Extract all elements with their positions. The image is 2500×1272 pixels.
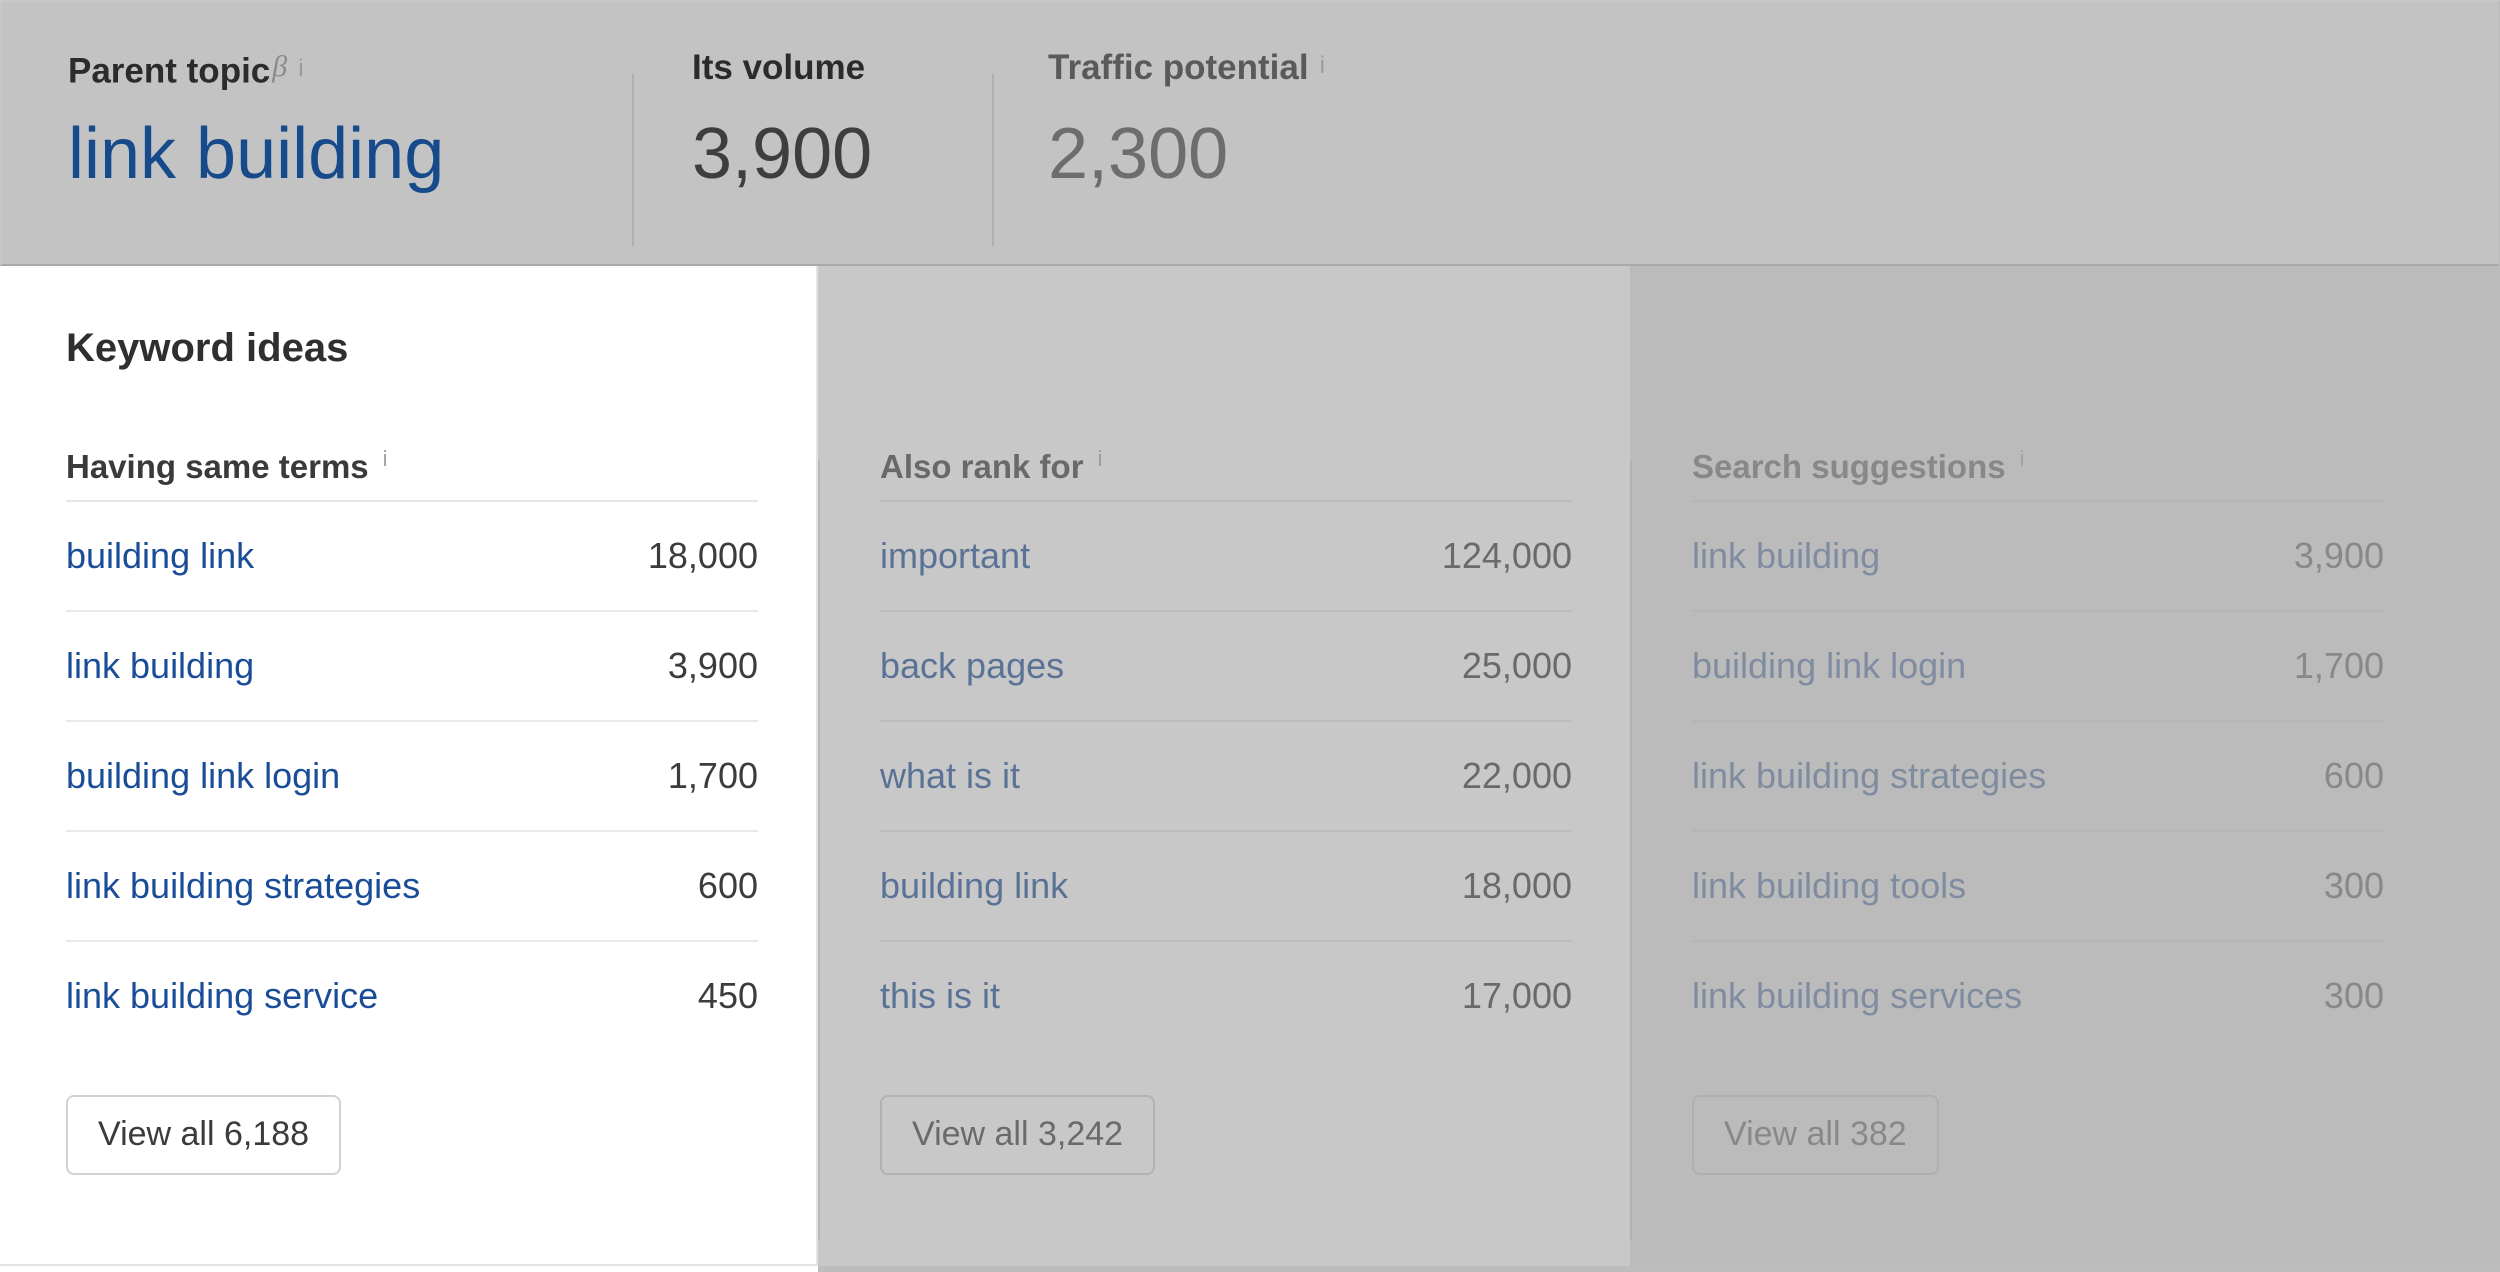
view-all-button-having-same-terms[interactable]: View all 6,188 — [66, 1095, 342, 1175]
keyword-volume: 300 — [2323, 865, 2384, 906]
keyword-list-search-suggestions: link building 3,900 building link login … — [1692, 500, 2384, 1050]
keyword-volume: 18,000 — [1461, 865, 1572, 906]
metric-value-its-volume: 3,900 — [692, 114, 873, 194]
keyword-link[interactable]: back pages — [880, 645, 1064, 687]
keyword-list-also-rank-for: important 124,000 back pages 25,000 what… — [880, 500, 1572, 1050]
metric-value-parent-topic[interactable]: link building — [68, 118, 444, 190]
view-all-button-search-suggestions[interactable]: View all 382 — [1692, 1095, 1939, 1175]
keyword-link[interactable]: what is it — [880, 755, 1020, 797]
column-separator-2 — [1630, 460, 1632, 1240]
info-icon-having-same-terms[interactable]: i — [383, 446, 388, 471]
view-all-wrap: View all 382 — [1692, 1095, 2384, 1175]
column-header-having-same-terms: Having same terms i — [66, 446, 758, 500]
keyword-volume: 1,700 — [2293, 645, 2384, 686]
panel-title: Keyword ideas — [66, 326, 349, 370]
overview-divider-2 — [992, 74, 994, 246]
keyword-link[interactable]: link building strategies — [66, 865, 420, 907]
table-row[interactable]: building link login 1,700 — [1692, 612, 2384, 722]
column-header-label: Search suggestions — [1692, 448, 2006, 485]
keyword-volume: 25,000 — [1461, 645, 1572, 686]
view-all-wrap: View all 3,242 — [880, 1095, 1572, 1175]
info-icon-search-suggestions[interactable]: i — [2020, 446, 2025, 471]
keyword-link[interactable]: building link — [66, 535, 254, 577]
column-header-search-suggestions: Search suggestions i — [1692, 446, 2384, 500]
overview-divider-1 — [632, 74, 634, 246]
keyword-link[interactable]: important — [880, 535, 1030, 577]
keyword-volume: 18,000 — [647, 535, 758, 576]
keyword-ideas-panel: Keyword ideas Having same terms i buildin… — [0, 266, 2500, 1272]
screenshot-root: Parent topicβ i link building Its volume … — [0, 0, 2500, 1272]
table-row[interactable]: building link 18,000 — [66, 502, 758, 612]
table-row[interactable]: building link 18,000 — [880, 832, 1572, 942]
keyword-link[interactable]: link building — [66, 645, 254, 687]
metric-label-parent-topic: Parent topic — [68, 51, 271, 91]
view-all-button-also-rank-for[interactable]: View all 3,242 — [880, 1095, 1156, 1175]
beta-superscript-icon: β — [272, 50, 288, 83]
keyword-volume: 22,000 — [1461, 755, 1572, 796]
column-header-also-rank-for: Also rank for i — [880, 446, 1572, 500]
keyword-list-having-same-terms: building link 18,000 link building 3,900… — [66, 500, 758, 1050]
table-row[interactable]: back pages 25,000 — [880, 612, 1572, 722]
keyword-volume: 3,900 — [2293, 535, 2384, 576]
keyword-link[interactable]: link building — [1692, 535, 1880, 577]
view-all-wrap: View all 6,188 — [66, 1095, 758, 1175]
keyword-volume: 124,000 — [1441, 535, 1572, 576]
info-icon-parent-topic[interactable]: i — [298, 55, 303, 82]
keyword-link[interactable]: link building service — [66, 975, 378, 1017]
keyword-link[interactable]: link building strategies — [1692, 755, 2046, 797]
table-row[interactable]: link building service 450 — [66, 942, 758, 1050]
table-row[interactable]: important 124,000 — [880, 502, 1572, 612]
keyword-volume: 3,900 — [667, 645, 758, 686]
keyword-volume: 600 — [697, 865, 758, 906]
table-row[interactable]: this is it 17,000 — [880, 942, 1572, 1050]
table-row[interactable]: what is it 22,000 — [880, 722, 1572, 832]
info-icon-traffic-potential[interactable]: i — [1320, 52, 1325, 79]
metric-value-traffic-potential: 2,300 — [1048, 114, 1229, 194]
table-row[interactable]: building link login 1,700 — [66, 722, 758, 832]
keyword-link[interactable]: building link — [880, 865, 1068, 907]
keyword-volume: 450 — [697, 975, 758, 1016]
table-row[interactable]: link building strategies 600 — [66, 832, 758, 942]
column-search-suggestions: Search suggestions i link building 3,900 … — [1692, 446, 2384, 1175]
keyword-volume: 17,000 — [1461, 975, 1572, 1016]
keyword-volume: 1,700 — [667, 755, 758, 796]
keyword-volume: 300 — [2323, 975, 2384, 1016]
column-having-same-terms: Having same terms i building link 18,000 … — [66, 446, 758, 1175]
keyword-link[interactable]: link building services — [1692, 975, 2022, 1017]
keyword-link[interactable]: this is it — [880, 975, 1000, 1017]
keyword-link[interactable]: building link login — [1692, 645, 1966, 687]
metric-label-its-volume: Its volume — [692, 48, 866, 87]
table-row[interactable]: link building strategies 600 — [1692, 722, 2384, 832]
table-row[interactable]: link building tools 300 — [1692, 832, 2384, 942]
column-header-label: Also rank for — [880, 448, 1084, 485]
column-header-label: Having same terms — [66, 448, 369, 485]
keyword-volume: 600 — [2323, 755, 2384, 796]
column-also-rank-for: Also rank for i important 124,000 back pa… — [880, 446, 1572, 1175]
keyword-overview-bar: Parent topicβ i link building Its volume … — [0, 0, 2500, 266]
keyword-link[interactable]: building link login — [66, 755, 340, 797]
column-separator-1 — [818, 460, 820, 1240]
table-row[interactable]: link building 3,900 — [66, 612, 758, 722]
keyword-link[interactable]: link building tools — [1692, 865, 1966, 907]
info-icon-also-rank-for[interactable]: i — [1098, 446, 1103, 471]
bottom-strip — [818, 1266, 2500, 1272]
metric-label-traffic-potential: Traffic potential — [1048, 48, 1309, 87]
table-row[interactable]: link building services 300 — [1692, 942, 2384, 1050]
table-row[interactable]: link building 3,900 — [1692, 502, 2384, 612]
